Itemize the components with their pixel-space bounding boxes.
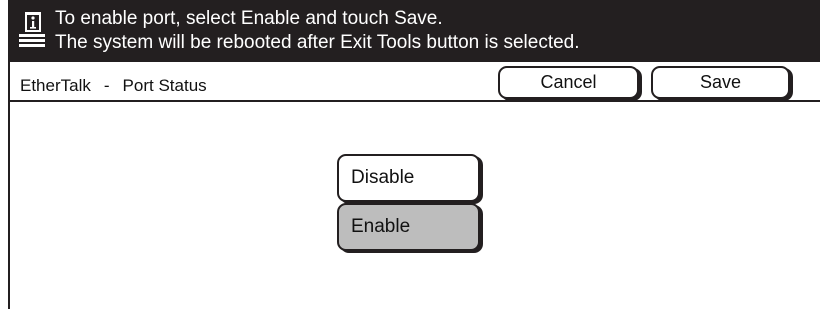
options-panel: Disable Enable [8, 102, 820, 309]
info-document-icon [19, 12, 45, 47]
title-separator: - [103, 76, 110, 95]
section-name: EtherTalk [20, 76, 91, 95]
message-line-2: The system will be rebooted after Exit T… [55, 32, 580, 53]
message-line-1: To enable port, select Enable and touch … [55, 8, 443, 29]
cancel-button[interactable]: Cancel [498, 66, 639, 99]
page-title: EtherTalk - Port Status [20, 76, 207, 96]
title-bar: EtherTalk - Port Status Cancel Save [8, 62, 820, 102]
enable-option-button[interactable]: Enable [337, 203, 480, 251]
message-bar: To enable port, select Enable and touch … [8, 0, 820, 62]
page-name: Port Status [122, 76, 207, 95]
port-status-screen: To enable port, select Enable and touch … [8, 0, 820, 309]
save-button[interactable]: Save [651, 66, 790, 99]
disable-option-button[interactable]: Disable [337, 154, 480, 202]
